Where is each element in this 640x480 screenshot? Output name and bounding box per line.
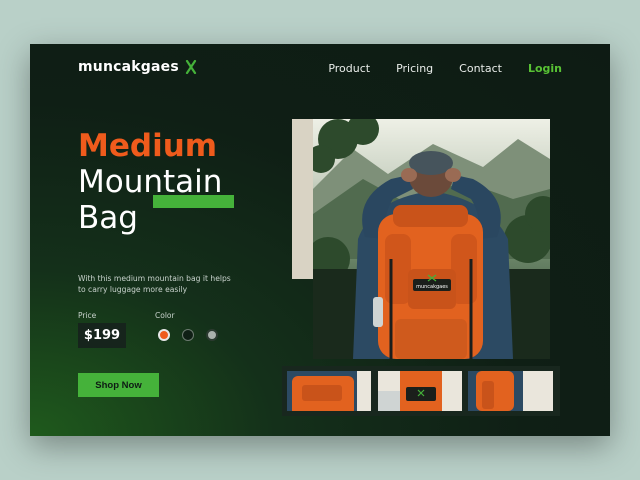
hiker-with-backpack-illustration: muncakgaes — [313, 119, 550, 359]
brand-logo[interactable]: muncakgaes — [78, 59, 197, 75]
landing-card: muncakgaes Product Pricing Contact Login… — [30, 44, 610, 436]
price-value: $199 — [78, 323, 126, 348]
main-nav: Product Pricing Contact Login — [328, 62, 562, 75]
thumbnail-bag-top[interactable] — [287, 371, 371, 411]
nav-contact[interactable]: Contact — [459, 62, 502, 75]
shop-now-button[interactable]: Shop Now — [78, 373, 159, 397]
thumbnail-bag-front[interactable] — [378, 371, 462, 411]
price-label: Price — [78, 311, 97, 320]
hero-title-line1: Medium — [78, 128, 218, 164]
brand-name: muncakgaes — [78, 59, 179, 75]
thumbnail-bag-side[interactable] — [468, 371, 553, 411]
bag-brand-tag: muncakgaes — [416, 284, 448, 290]
tent-icon — [185, 60, 196, 74]
color-swatch-orange[interactable] — [158, 329, 170, 341]
nav-pricing[interactable]: Pricing — [396, 62, 433, 75]
login-link[interactable]: Login — [528, 62, 562, 75]
hero-title-line3: Bag — [78, 200, 138, 236]
product-hero-image: muncakgaes — [313, 119, 550, 359]
nav-product[interactable]: Product — [328, 62, 370, 75]
color-label: Color — [155, 311, 175, 320]
hero-title: Medium Mountain Bag — [78, 128, 222, 236]
hero-title-line2: Mountain — [78, 164, 223, 200]
color-swatch-dark[interactable] — [182, 329, 194, 341]
hero-description: With this medium mountain bag it helps t… — [78, 273, 231, 294]
color-swatch-grey[interactable] — [206, 329, 218, 341]
